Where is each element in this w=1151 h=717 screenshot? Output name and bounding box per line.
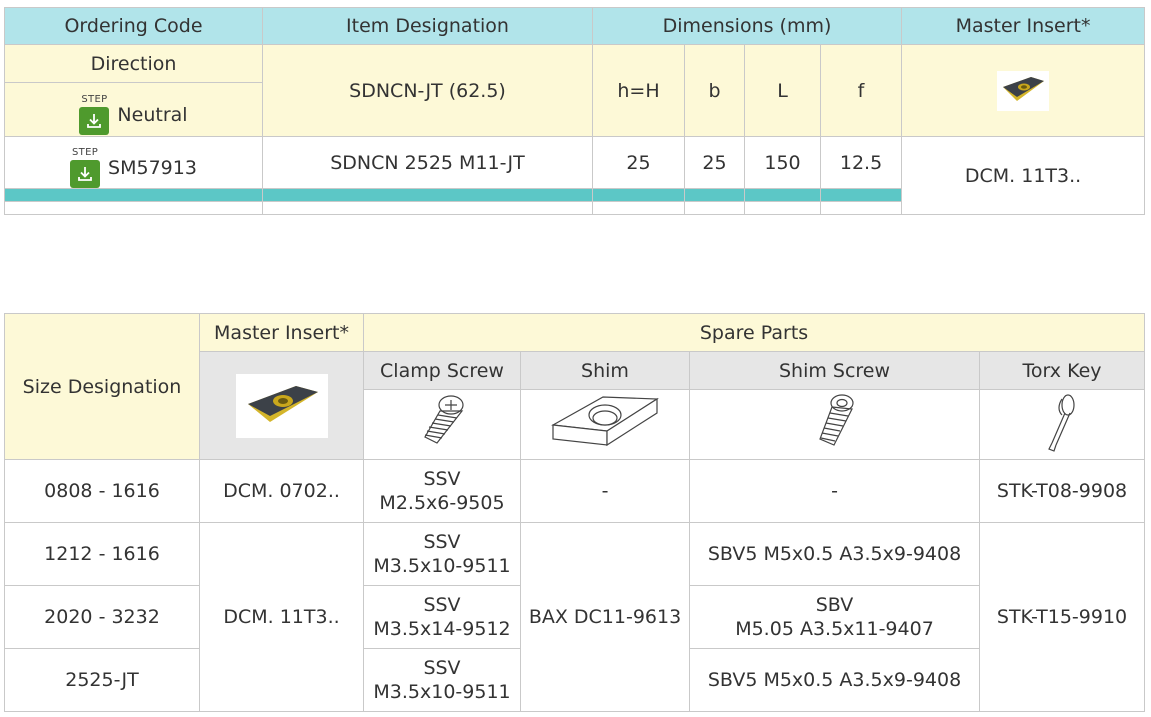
clamp-screw-line-2: M2.5x6-9505 [379, 492, 505, 514]
shim-screw-value: SBV5 M5x0.5 A3.5x9-9408 [689, 648, 980, 712]
size-designation: 0808 - 1616 [4, 459, 200, 523]
shim-screw-line-1: SBV [815, 594, 854, 616]
dim-value-h: 25 [592, 136, 685, 189]
shim-icon [551, 395, 659, 446]
torx-key-icon [1048, 393, 1075, 452]
shim-image-cell [520, 389, 690, 460]
spare-parts-table: Size Designation Master Insert* Spare Pa… [4, 313, 1146, 712]
clamp-screw-line-1: SSV [423, 468, 461, 490]
clamp-screw-value: SSV M3.5x10-9511 [363, 522, 521, 586]
clamp-screw-icon [424, 394, 464, 444]
header-dimensions: Dimensions (mm) [591, 7, 903, 45]
shim-screw-value: - [689, 459, 980, 523]
header-size-designation: Size Designation [4, 313, 200, 460]
step-label: STEP [81, 94, 108, 105]
header-torx-key: Torx Key [978, 351, 1146, 390]
spacer-cell [4, 201, 263, 215]
teal-bar [744, 188, 821, 202]
dim-value-L: 150 [744, 136, 821, 189]
series-designation: SDNCN-JT (62.5) [262, 44, 593, 137]
teal-bar [4, 188, 263, 202]
shim-screw-icon [818, 393, 854, 446]
clamp-screw-line-2: M3.5x10-9511 [373, 555, 511, 577]
shim-value: BAX DC11-9613 [520, 522, 690, 712]
insert-icon [997, 70, 1050, 111]
header-shim: Shim [520, 351, 690, 390]
spacer-cell [592, 201, 685, 215]
dim-value-f: 12.5 [819, 136, 903, 189]
download-step-icon[interactable] [70, 160, 101, 188]
master-insert-image-cell [199, 351, 364, 460]
teal-bar [262, 188, 593, 202]
shim-screw-value: SBV5 M5x0.5 A3.5x9-9408 [689, 522, 980, 586]
dim-label-b: b [684, 44, 745, 137]
header-item-designation: Item Designation [262, 7, 593, 45]
download-step-icon[interactable] [79, 107, 110, 135]
dim-value-b: 25 [684, 136, 745, 189]
header-clamp-screw: Clamp Screw [363, 351, 521, 390]
shim-screw-line-2: M5.05 A3.5x11-9407 [735, 618, 934, 640]
clamp-screw-value: SSV M2.5x6-9505 [363, 459, 521, 523]
header-master-insert: Master Insert* [901, 7, 1146, 45]
step-label: STEP [72, 147, 99, 158]
master-insert-value: DCM. 0702.. [199, 459, 364, 523]
size-designation: 1212 - 1616 [4, 522, 200, 586]
step-download-button[interactable]: STEP [70, 147, 101, 188]
master-insert-image-cell [901, 44, 1146, 137]
step-download-button[interactable]: STEP [79, 94, 110, 135]
ordering-code-cell: STEP SM57913 [4, 136, 263, 189]
dim-label-f: f [819, 44, 903, 137]
size-designation: 2020 - 3232 [4, 585, 200, 649]
header-shim-screw: Shim Screw [689, 351, 980, 390]
clamp-screw-line-2: M3.5x10-9511 [373, 681, 511, 703]
size-designation: 2525-JT [4, 648, 200, 712]
dim-label-h: h=H [592, 44, 685, 137]
shim-screw-value: SBV M5.05 A3.5x11-9407 [689, 585, 980, 649]
master-insert-value: DCM. 11T3.. [901, 136, 1146, 215]
teal-bar [592, 188, 685, 202]
teal-bar [684, 188, 745, 202]
shim-screw-image-cell [689, 389, 980, 460]
spacer-cell [684, 201, 745, 215]
torx-key-image-cell [978, 389, 1146, 460]
torx-key-value: STK-T08-9908 [978, 459, 1146, 523]
spacer-cell [262, 201, 593, 215]
ordering-code[interactable]: SM57913 [108, 156, 197, 180]
shim-value: - [520, 459, 690, 523]
torx-key-value: STK-T15-9910 [978, 522, 1146, 712]
clamp-screw-line-1: SSV [423, 594, 461, 616]
clamp-screw-line-1: SSV [423, 531, 461, 553]
master-insert-value: DCM. 11T3.. [199, 522, 364, 712]
spacer-cell [819, 201, 903, 215]
header-master-insert: Master Insert* [199, 313, 364, 352]
clamp-screw-image-cell [363, 389, 521, 460]
clamp-screw-value: SSV M3.5x14-9512 [363, 585, 521, 649]
clamp-screw-line-2: M3.5x14-9512 [373, 618, 511, 640]
header-ordering-code: Ordering Code [4, 7, 263, 45]
item-designation: SDNCN 2525 M11-JT [262, 136, 593, 189]
clamp-screw-line-1: SSV [423, 657, 461, 679]
teal-bar [819, 188, 903, 202]
insert-icon [235, 373, 328, 438]
header-spare-parts: Spare Parts [362, 313, 1146, 352]
direction-cell: STEP Neutral [4, 82, 263, 137]
direction-label: Direction [4, 44, 263, 83]
clamp-screw-value: SSV M3.5x10-9511 [363, 648, 521, 712]
spacer-cell [744, 201, 821, 215]
direction-value: Neutral [117, 104, 188, 126]
ordering-table: Ordering Code Item Designation Dimension… [4, 7, 1146, 215]
dim-label-L: L [744, 44, 821, 137]
